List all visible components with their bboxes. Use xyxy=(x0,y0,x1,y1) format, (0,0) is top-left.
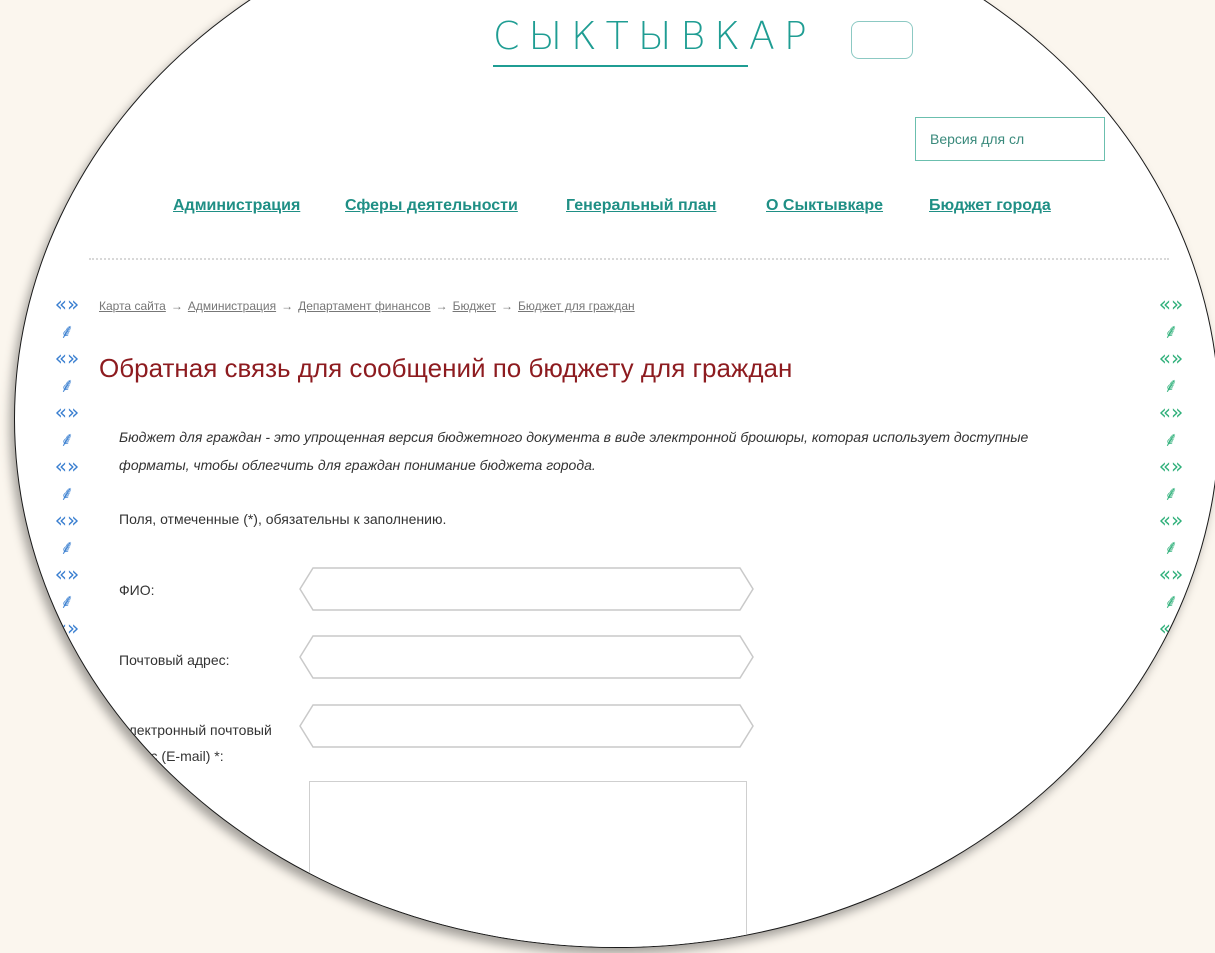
breadcrumb-arrow: → xyxy=(435,299,448,313)
intro-line-1: Бюджет для граждан - это упрощенная верс… xyxy=(119,429,1029,445)
message-textarea[interactable] xyxy=(309,781,747,947)
page-title: Обратная связь для сообщений по бюджету … xyxy=(99,353,793,383)
breadcrumb-administration[interactable]: Администрация xyxy=(188,299,276,313)
nav-item-city-budget[interactable]: Бюджет города xyxy=(929,197,1051,215)
required-fields-note: Поля, отмеченные (*), обязательны к запо… xyxy=(119,511,447,527)
nav-item-general-plan[interactable]: Генеральный план xyxy=(566,197,716,215)
message-label: ние *: xyxy=(139,804,176,820)
site-logo[interactable]: СЫКТЫВКАР xyxy=(493,13,807,59)
nav-divider xyxy=(89,258,1169,260)
breadcrumb-finance-department[interactable]: Департамент финансов xyxy=(298,299,431,313)
header-corner-box[interactable] xyxy=(851,21,913,59)
logo-underline xyxy=(493,65,748,67)
breadcrumb-arrow: → xyxy=(501,299,513,313)
address-input[interactable] xyxy=(313,637,742,679)
accessibility-version-button[interactable]: Версия для сл xyxy=(915,117,1105,161)
intro-line-2: форматы, чтобы облегчить для граждан пон… xyxy=(119,457,596,473)
email-input[interactable] xyxy=(313,706,742,748)
nav-item-about-city[interactable]: О Сыктывкаре xyxy=(766,197,883,215)
breadcrumb-sitemap[interactable]: Карта сайта xyxy=(99,299,166,313)
address-field[interactable] xyxy=(299,635,754,679)
right-ornament: «» ⸙ «» ⸙ «» ⸙ «» ⸙ «» ⸙ «» ⸙ «» ⸙ «» xyxy=(1158,292,1184,691)
nav-item-administration[interactable]: Администрация xyxy=(173,197,300,215)
email-label-line-1: Электронный почтовый xyxy=(119,722,272,738)
intro-text: Бюджет для граждан - это упрощенная верс… xyxy=(119,423,1109,479)
fio-label: ФИО: xyxy=(119,582,155,598)
left-ornament: «» ⸙ «» ⸙ «» ⸙ «» ⸙ «» ⸙ «» ⸙ «» ⸙ «» xyxy=(54,292,80,691)
viewport-oval: СЫКТЫВКАР Версия для сл Администрация Сф… xyxy=(14,0,1215,948)
breadcrumb: Карта сайта → Администрация → Департамент фи… xyxy=(99,299,635,313)
address-label: Почтовый адрес: xyxy=(119,652,230,668)
breadcrumb-budget[interactable]: Бюджет xyxy=(453,299,496,313)
email-label-line-2: адрес (E-mail) *: xyxy=(119,748,224,764)
breadcrumb-citizens-budget[interactable]: Бюджет для граждан xyxy=(518,299,635,313)
breadcrumb-arrow: → xyxy=(170,299,183,313)
fio-input[interactable] xyxy=(313,569,742,611)
email-field[interactable] xyxy=(299,704,754,748)
breadcrumb-arrow: → xyxy=(281,299,294,313)
fio-field[interactable] xyxy=(299,567,754,611)
nav-item-spheres[interactable]: Сферы деятельности xyxy=(345,197,518,215)
page-content: СЫКТЫВКАР Версия для сл Администрация Сф… xyxy=(15,1,1215,947)
email-label: Электронный почтовый адрес (E-mail) *: xyxy=(119,717,272,769)
